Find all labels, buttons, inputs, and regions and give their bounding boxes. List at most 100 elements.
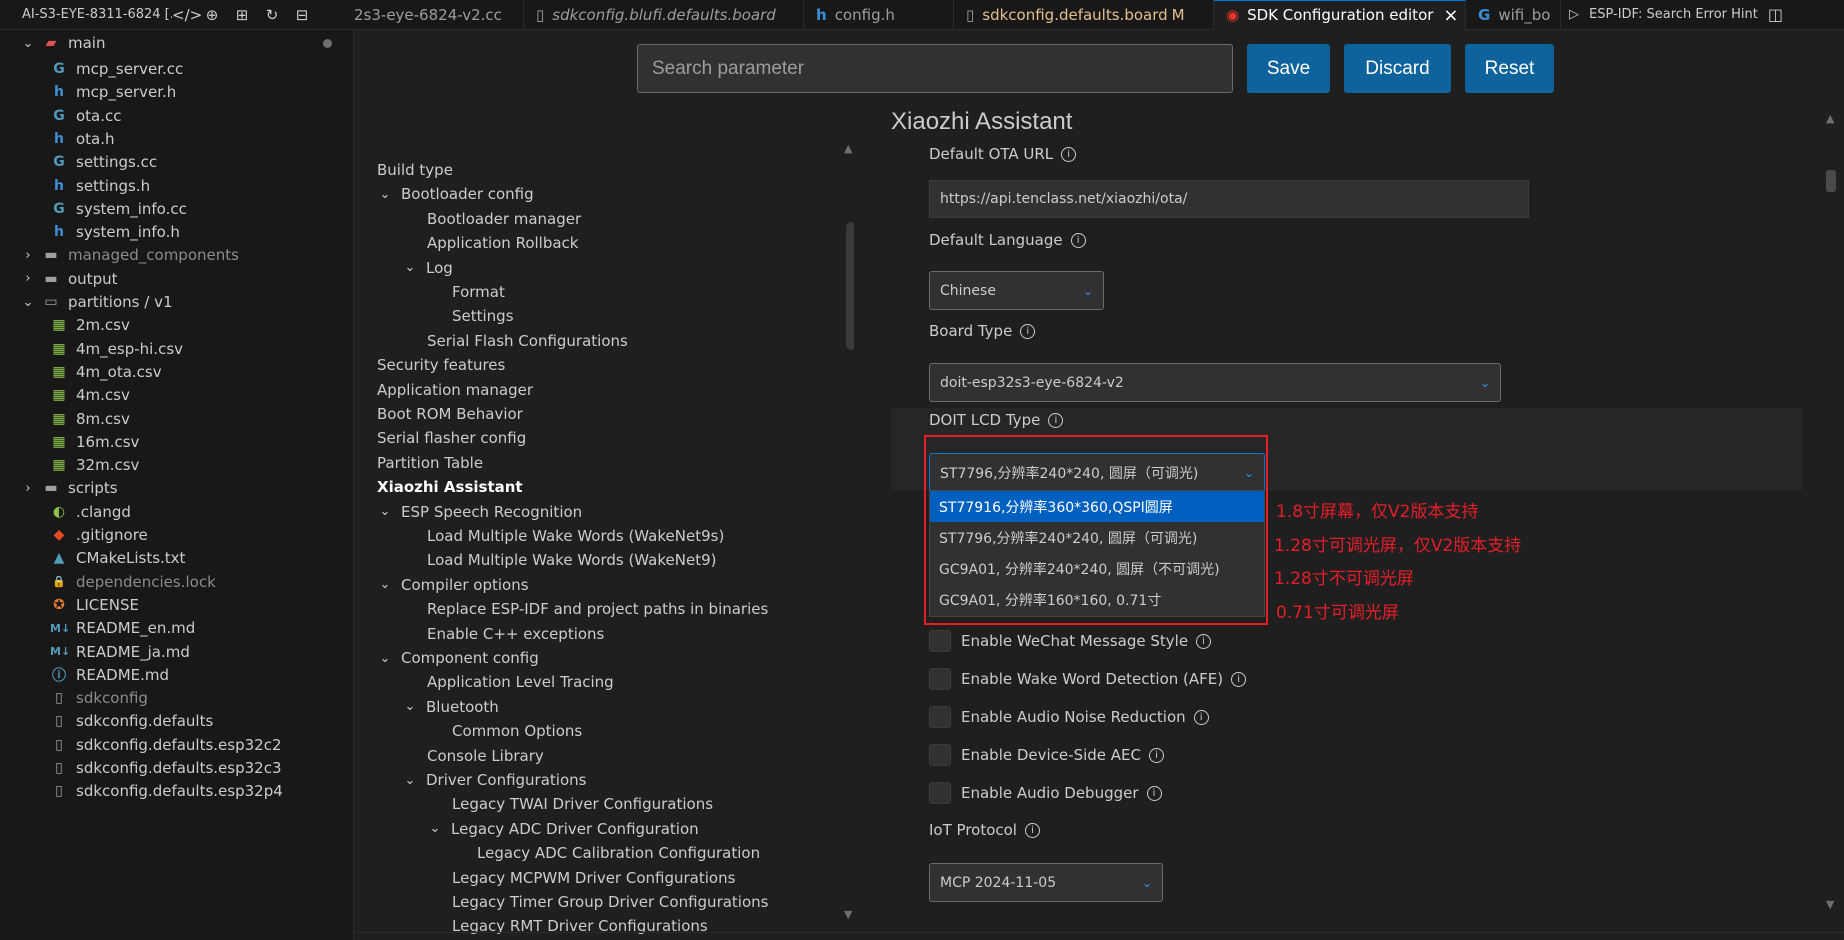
new-file-icon[interactable]: ⊕ (202, 6, 222, 24)
checkbox-wake-word[interactable]: Enable Wake Word Detection (AFE) i (929, 668, 1247, 690)
search-input[interactable] (637, 44, 1233, 93)
nav-item[interactable]: Enable C++ exceptions (427, 622, 604, 646)
nav-item[interactable]: Application Level Tracing (427, 670, 614, 694)
nav-item[interactable]: Legacy TWAI Driver Configurations (452, 792, 713, 816)
tree-file[interactable]: ▦ 8m.csv (0, 406, 353, 432)
tree-file[interactable]: M↓ README_en.md (0, 615, 353, 641)
nav-item[interactable]: Legacy RMT Driver Configurations (452, 914, 708, 938)
discard-button[interactable]: Discard (1344, 44, 1451, 93)
save-button[interactable]: Save (1247, 44, 1330, 93)
tree-file[interactable]: ▦ 4m.csv (0, 382, 353, 408)
nav-item[interactable]: Boot ROM Behavior (377, 402, 523, 426)
info-icon[interactable]: i (1070, 232, 1086, 248)
tree-file[interactable]: h system_info.h (0, 219, 353, 245)
close-icon[interactable]: × (1443, 5, 1458, 26)
settings-scrollbar[interactable] (1826, 170, 1836, 192)
nav-item[interactable]: Legacy ADC Calibration Configuration (477, 841, 760, 865)
nav-item[interactable]: Serial Flash Configurations (427, 329, 628, 353)
nav-item[interactable]: Common Options (452, 719, 582, 743)
nav-item[interactable]: Load Multiple Wake Words (WakeNet9s) (427, 524, 724, 548)
tree-file[interactable]: 🔒 dependencies.lock (0, 569, 353, 595)
tree-folder[interactable]: › ▬ managed_components (0, 242, 353, 268)
collapse-icon[interactable]: ⊟ (292, 6, 312, 24)
nav-item[interactable]: ⌄ Bootloader config (377, 182, 534, 206)
tab-config-h[interactable]: h config.h (804, 0, 954, 30)
checkbox[interactable] (929, 630, 951, 652)
nav-item[interactable]: Format (452, 280, 505, 304)
nav-item[interactable]: Partition Table (377, 451, 483, 475)
tree-file[interactable]: ◐ .clangd (0, 499, 353, 525)
tree-file[interactable]: ⓘ README.md (0, 662, 353, 688)
info-icon[interactable]: i (1061, 146, 1077, 162)
scroll-down-icon[interactable]: ▼ (844, 908, 852, 921)
nav-item[interactable]: Replace ESP-IDF and project paths in bin… (427, 597, 768, 621)
checkbox-audio-debugger[interactable]: Enable Audio Debugger i (929, 782, 1162, 804)
iot-protocol-select[interactable]: MCP 2024-11-05 ⌄ (929, 863, 1163, 902)
tree-file[interactable]: ▦ 4m_ota.csv (0, 359, 353, 385)
checkbox[interactable] (929, 744, 951, 766)
nav-item[interactable]: Application manager (377, 378, 533, 402)
split-editor-icon[interactable]: ◫ (1768, 5, 1783, 24)
tab-sdkconfig-defaults-board[interactable]: ▯ sdkconfig.defaults.board M (954, 0, 1214, 30)
info-icon[interactable]: i (1024, 822, 1040, 838)
reset-button[interactable]: Reset (1465, 44, 1554, 93)
tree-file[interactable]: ▯ sdkconfig.defaults.esp32p4 (0, 778, 353, 804)
tree-file[interactable]: ▦ 4m_esp-hi.csv (0, 336, 353, 362)
nav-item[interactable]: ⌄ Component config (377, 646, 539, 670)
nav-item[interactable]: Load Multiple Wake Words (WakeNet9) (427, 548, 716, 572)
checkbox-device-aec[interactable]: Enable Device-Side AEC i (929, 744, 1164, 766)
tree-file[interactable]: M↓ README_ja.md (0, 639, 353, 665)
nav-item[interactable]: ⌄ Legacy ADC Driver Configuration (427, 817, 699, 841)
checkbox[interactable] (929, 668, 951, 690)
scroll-up-icon[interactable]: ▲ (844, 142, 852, 155)
tree-file[interactable]: ▯ sdkconfig.defaults.esp32c2 (0, 732, 353, 758)
tree-file[interactable]: Gsystem_info.cc (0, 196, 353, 222)
info-icon[interactable]: i (1231, 671, 1247, 687)
nav-item[interactable]: Legacy MCPWM Driver Configurations (452, 866, 735, 890)
chevron-down-icon[interactable]: ⌄ (427, 821, 443, 836)
nav-item[interactable]: Xiaozhi Assistant (377, 475, 523, 499)
nav-item[interactable]: Security features (377, 353, 505, 377)
tree-folder-main[interactable]: ⌄ ▰ main (0, 30, 353, 56)
info-icon[interactable]: i (1193, 709, 1209, 725)
tree-file[interactable]: Gmcp_server.cc (0, 56, 353, 82)
chevron-down-icon[interactable]: ⌄ (377, 187, 393, 202)
nav-item[interactable]: ⌄ ESP Speech Recognition (377, 500, 583, 524)
info-icon[interactable]: i (1146, 785, 1162, 801)
chevron-down-icon[interactable]: ⌄ (402, 699, 418, 714)
scroll-down-icon[interactable]: ▼ (1826, 898, 1834, 911)
chevron-down-icon[interactable]: ⌄ (377, 577, 393, 592)
nav-item[interactable]: ⌄ Bluetooth (402, 695, 499, 719)
refresh-icon[interactable]: ↻ (262, 6, 282, 24)
chevron-down-icon[interactable]: ⌄ (402, 773, 418, 788)
ota-url-input[interactable]: https://api.tenclass.net/xiaozhi/ota/ (929, 180, 1529, 218)
nav-item[interactable]: Application Rollback (427, 231, 579, 255)
nav-scrollbar[interactable] (846, 222, 854, 350)
tree-folder[interactable]: › ▬ output (0, 266, 353, 292)
checkbox[interactable] (929, 706, 951, 728)
tab-sdk-config-editor[interactable]: ◉ SDK Configuration editor × (1214, 0, 1466, 30)
tab-wifi-board[interactable]: G wifi_bo (1466, 0, 1561, 30)
nav-item[interactable]: Bootloader manager (427, 207, 581, 231)
tree-file[interactable]: ▲ CMakeLists.txt (0, 545, 353, 571)
nav-item[interactable]: Settings (452, 304, 514, 328)
search-error-hint-button[interactable]: ESP-IDF: Search Error Hint (1589, 7, 1758, 22)
board-type-select[interactable]: doit-esp32s3-eye-6824-v2 ⌄ (929, 363, 1501, 402)
nav-item[interactable]: Serial flasher config (377, 426, 526, 450)
tree-file[interactable]: ▦ 32m.csv (0, 452, 353, 478)
tree-folder[interactable]: › ▬ scripts (0, 475, 353, 501)
nav-item[interactable]: ⌄ Driver Configurations (402, 768, 587, 792)
tree-file[interactable]: ▯ sdkconfig.defaults.esp32c3 (0, 755, 353, 781)
tree-file[interactable]: h settings.h (0, 173, 353, 199)
tree-file[interactable]: h mcp_server.h (0, 79, 353, 105)
new-folder-icon[interactable]: ⊞ (232, 6, 252, 24)
scroll-up-icon[interactable]: ▲ (1826, 112, 1834, 125)
info-icon[interactable]: i (1149, 747, 1164, 763)
tree-file[interactable]: ▯ sdkconfig (0, 685, 353, 711)
tree-folder[interactable]: ⌄ ▭ partitions / v1 (0, 289, 353, 315)
tree-file[interactable]: h ota.h (0, 126, 353, 152)
nav-item[interactable]: Console Library (427, 744, 544, 768)
info-icon[interactable]: i (1048, 412, 1064, 428)
info-icon[interactable]: i (1196, 633, 1212, 649)
chevron-down-icon[interactable]: ⌄ (402, 260, 418, 275)
